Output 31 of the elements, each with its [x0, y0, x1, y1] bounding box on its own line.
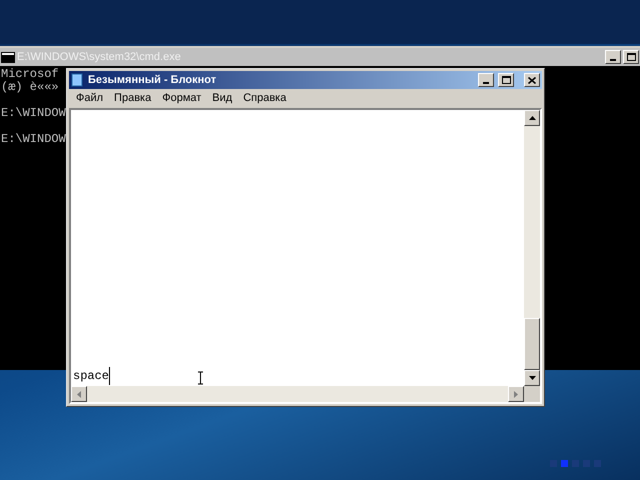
menu-item[interactable]: Вид: [207, 90, 238, 107]
scroll-left-button[interactable]: [71, 386, 87, 402]
menu-item[interactable]: Справка: [238, 90, 292, 107]
console-line: Microsof: [1, 68, 59, 81]
scroll-thumb[interactable]: [524, 318, 540, 370]
text-area[interactable]: space: [69, 108, 542, 404]
left-arrow-icon: [77, 390, 81, 398]
size-grip[interactable]: [524, 386, 540, 402]
minimize-button[interactable]: [478, 73, 494, 87]
close-icon: [528, 76, 536, 84]
console-icon: [1, 52, 15, 62]
maximize-button[interactable]: [623, 50, 639, 64]
maximize-button[interactable]: [498, 73, 514, 87]
text-cursor-icon: [197, 371, 204, 385]
typed-text: space: [73, 367, 110, 385]
console-line: E:\WINDOW: [1, 133, 66, 146]
up-arrow-icon: [528, 116, 536, 120]
console-line: E:\WINDOW: [1, 107, 66, 120]
menu-item[interactable]: Файл: [71, 90, 108, 107]
scroll-right-button[interactable]: [508, 386, 524, 402]
down-arrow-icon: [528, 376, 536, 380]
menu-item[interactable]: Правка: [109, 90, 156, 107]
notepad-icon: [71, 73, 84, 87]
scroll-up-button[interactable]: [524, 110, 540, 126]
right-arrow-icon: [514, 390, 518, 398]
scroll-down-button[interactable]: [524, 370, 540, 386]
console-line: (æ) è««»: [1, 81, 59, 94]
menu-item[interactable]: Формат: [157, 90, 206, 107]
notepad-title: Безымянный - Блокнот: [88, 72, 218, 88]
minimize-button[interactable]: [605, 50, 621, 64]
close-button[interactable]: [524, 73, 540, 87]
